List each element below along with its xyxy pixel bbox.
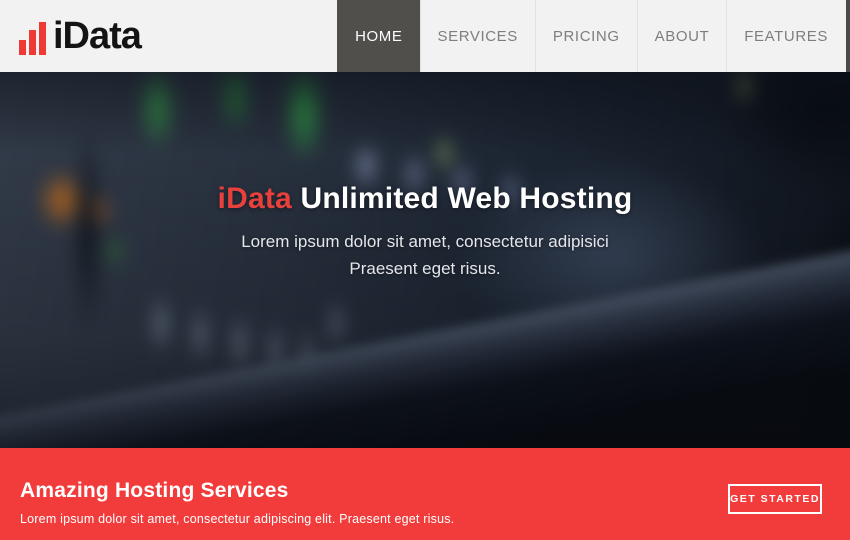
brand-logo[interactable]: iData: [0, 0, 141, 72]
cta-heading: Amazing Hosting Services: [20, 448, 830, 503]
hero-title: iData Unlimited Web Hosting: [0, 182, 850, 216]
window-edge-strip: [846, 0, 850, 72]
nav-item-pricing[interactable]: PRICING: [535, 0, 637, 72]
cta-band: Amazing Hosting Services Lorem ipsum dol…: [0, 448, 850, 540]
main-nav: HOME SERVICES PRICING ABOUT FEATURES: [337, 0, 845, 72]
get-started-button[interactable]: GET STARTED: [728, 484, 822, 514]
bar-chart-icon: [19, 22, 46, 55]
cta-text: Lorem ipsum dolor sit amet, consectetur …: [20, 512, 830, 526]
brand-name: iData: [53, 0, 141, 72]
site-header: iData HOME SERVICES PRICING ABOUT FEATUR…: [0, 0, 850, 72]
hero-title-brand: iData: [218, 182, 292, 215]
nav-item-home[interactable]: HOME: [337, 0, 419, 72]
hero-subtitle-line1: Lorem ipsum dolor sit amet, consectetur …: [0, 228, 850, 255]
hero-subtitle: Lorem ipsum dolor sit amet, consectetur …: [0, 228, 850, 282]
hero-title-rest: Unlimited Web Hosting: [300, 182, 632, 215]
hero-content: iData Unlimited Web Hosting Lorem ipsum …: [0, 182, 850, 282]
nav-item-services[interactable]: SERVICES: [420, 0, 535, 72]
hero-subtitle-line2: Praesent eget risus.: [0, 255, 850, 282]
hero-section: iData Unlimited Web Hosting Lorem ipsum …: [0, 72, 850, 448]
nav-item-about[interactable]: ABOUT: [637, 0, 727, 72]
nav-item-features[interactable]: FEATURES: [726, 0, 845, 72]
